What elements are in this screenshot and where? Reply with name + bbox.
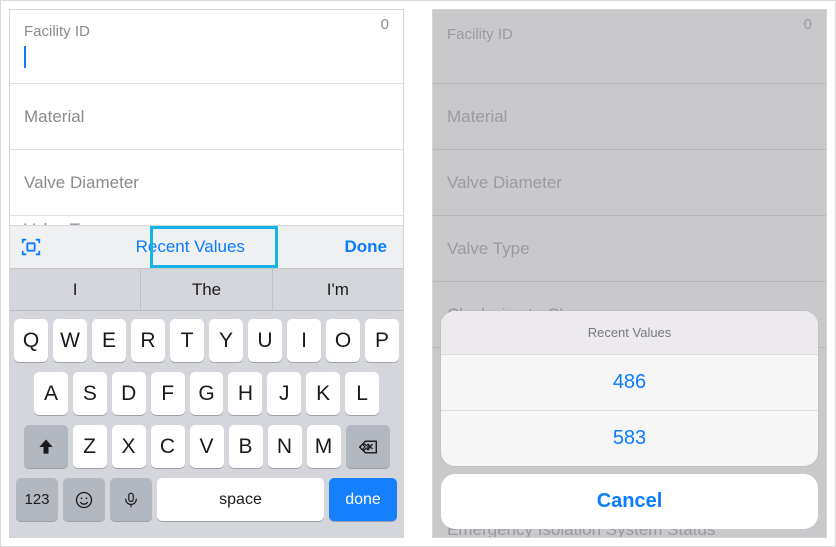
key-v[interactable]: V [190,425,224,468]
action-sheet-container: Recent Values 486 583 Cancel [441,311,818,529]
field-facility-id: Facility ID 0 [433,10,826,84]
field-label: Material [447,107,812,127]
keyboard-accessory-bar: Recent Values Done [10,225,403,269]
key-r[interactable]: R [131,319,165,362]
field-material[interactable]: Material [10,84,403,150]
field-char-count: 0 [804,16,812,33]
form-left: Facility ID 0 Material Valve Diameter Va… [10,10,403,248]
keyboard-row-1: Q W E R T Y U I O P [14,319,399,362]
key-backspace[interactable] [346,425,390,468]
key-z[interactable]: Z [73,425,107,468]
suggestion-1[interactable]: I [10,269,141,310]
key-dictation[interactable] [110,478,152,521]
key-j[interactable]: J [267,372,301,415]
scan-icon[interactable] [20,236,42,258]
key-f[interactable]: F [151,372,185,415]
key-n[interactable]: N [268,425,302,468]
key-m[interactable]: M [307,425,341,468]
key-x[interactable]: X [112,425,146,468]
key-b[interactable]: B [229,425,263,468]
ios-keyboard: Q W E R T Y U I O P A S D F G H J K L [10,311,403,537]
suggestion-2[interactable]: The [141,269,272,310]
field-valve-diameter: Valve Diameter [433,150,826,216]
key-k[interactable]: K [306,372,340,415]
sheet-title: Recent Values [441,311,818,355]
field-label: Facility ID [447,26,812,43]
key-c[interactable]: C [151,425,185,468]
text-cursor [24,46,26,68]
field-material: Material [433,84,826,150]
done-button[interactable]: Done [339,237,394,257]
key-123[interactable]: 123 [16,478,58,521]
key-o[interactable]: O [326,319,360,362]
recent-values-button[interactable]: Recent Values [42,237,339,257]
keyboard-row-4: 123 space done [14,478,399,521]
keyboard-row-2: A S D F G H J K L [14,372,399,415]
recent-value-1[interactable]: 486 [441,355,818,411]
field-valve-type: Valve Type [433,216,826,282]
recent-value-2[interactable]: 583 [441,411,818,466]
key-l[interactable]: L [345,372,379,415]
key-shift[interactable] [24,425,68,468]
key-h[interactable]: H [228,372,262,415]
key-g[interactable]: G [190,372,224,415]
key-i[interactable]: I [287,319,321,362]
key-w[interactable]: W [53,319,87,362]
field-valve-diameter[interactable]: Valve Diameter [10,150,403,216]
field-facility-id[interactable]: Facility ID 0 [10,10,403,84]
key-emoji[interactable] [63,478,105,521]
key-e[interactable]: E [92,319,126,362]
key-t[interactable]: T [170,319,204,362]
cancel-button[interactable]: Cancel [441,474,818,529]
suggestion-3[interactable]: I'm [273,269,403,310]
keyboard-row-3: Z X C V B N M [14,425,399,468]
recent-values-sheet: Recent Values 486 583 [441,311,818,466]
key-u[interactable]: U [248,319,282,362]
field-label: Valve Type [447,239,812,259]
field-label: Valve Diameter [24,173,389,193]
left-screenshot: Facility ID 0 Material Valve Diameter Va… [9,9,404,538]
key-y[interactable]: Y [209,319,243,362]
predictive-bar: I The I'm [10,269,403,311]
field-label: Material [24,107,389,127]
key-d[interactable]: D [112,372,146,415]
key-p[interactable]: P [365,319,399,362]
key-s[interactable]: S [73,372,107,415]
right-screenshot: Facility ID 0 Material Valve Diameter Va… [432,9,827,538]
key-a[interactable]: A [34,372,68,415]
key-space[interactable]: space [157,478,324,521]
field-label: Valve Diameter [447,173,812,193]
key-done[interactable]: done [329,478,397,521]
field-char-count: 0 [381,16,389,33]
field-label: Facility ID [24,23,389,40]
key-q[interactable]: Q [14,319,48,362]
